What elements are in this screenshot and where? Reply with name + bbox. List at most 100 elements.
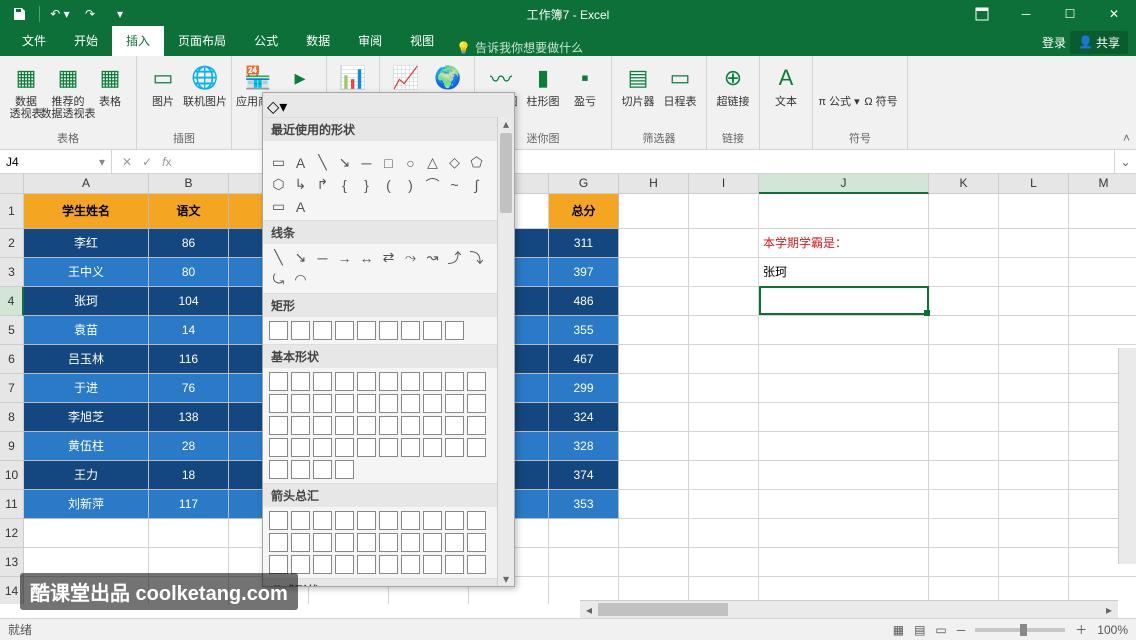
row-header[interactable]: 7	[0, 374, 24, 403]
cell[interactable]: 袁苗	[24, 316, 149, 345]
cell[interactable]	[1069, 316, 1136, 345]
view-break-icon[interactable]: ▭	[935, 623, 946, 637]
shape-icon[interactable]	[335, 416, 354, 435]
shape-icon[interactable]	[335, 533, 354, 552]
cell[interactable]	[689, 374, 759, 403]
shape-icon[interactable]: ⌒	[423, 175, 442, 194]
cell[interactable]	[24, 519, 149, 548]
shape-icon[interactable]	[313, 533, 332, 552]
cell[interactable]: 黄伍柱	[24, 432, 149, 461]
cell[interactable]: 397	[549, 258, 619, 287]
shape-icon[interactable]	[269, 511, 288, 530]
shape-icon[interactable]	[269, 438, 288, 457]
column-header[interactable]: M	[1069, 174, 1136, 194]
shape-icon[interactable]: ⇄	[379, 248, 398, 267]
shape-icon[interactable]	[269, 460, 288, 479]
cell[interactable]: 355	[549, 316, 619, 345]
row-header[interactable]: 6	[0, 345, 24, 374]
enter-icon[interactable]: ✓	[142, 155, 152, 169]
shape-icon[interactable]	[379, 416, 398, 435]
shape-icon[interactable]	[313, 394, 332, 413]
collapse-ribbon-icon[interactable]: ˄	[1123, 131, 1130, 145]
shape-icon[interactable]	[423, 394, 442, 413]
shape-icon[interactable]: (	[379, 175, 398, 194]
shape-icon-grid[interactable]: ╲↘─→↔⇄⤳↝⤴⤵⤿◠	[263, 244, 497, 293]
shape-icon[interactable]	[313, 555, 332, 574]
row-header[interactable]: 5	[0, 316, 24, 345]
cell[interactable]	[619, 461, 689, 490]
cell[interactable]	[999, 345, 1069, 374]
cells[interactable]: 学生姓名语文数总分李红86311本学期学霸是：王中义80397张珂张珂10448…	[24, 194, 1136, 604]
shape-icon[interactable]: ↱	[313, 175, 332, 194]
shape-icon[interactable]	[401, 555, 420, 574]
shape-icon[interactable]	[423, 438, 442, 457]
ribbon-tab-数据[interactable]: 数据	[292, 26, 344, 56]
close-button[interactable]: ✕	[1092, 0, 1136, 28]
cell[interactable]	[619, 316, 689, 345]
cancel-icon[interactable]: ✕	[122, 155, 132, 169]
cell[interactable]: 总分	[549, 194, 619, 229]
shape-icon[interactable]	[445, 555, 464, 574]
cell[interactable]	[929, 490, 999, 519]
cell[interactable]: 374	[549, 461, 619, 490]
shape-icon[interactable]: →	[335, 248, 354, 267]
shape-icon[interactable]	[291, 511, 310, 530]
cell[interactable]: 86	[149, 229, 229, 258]
cell[interactable]	[999, 461, 1069, 490]
shape-icon[interactable]	[467, 533, 486, 552]
cell[interactable]	[999, 490, 1069, 519]
ribbon-tab-插入[interactable]: 插入	[112, 26, 164, 56]
cell[interactable]	[549, 519, 619, 548]
name-box[interactable]: J4▾	[0, 150, 112, 173]
cell[interactable]	[1069, 258, 1136, 287]
ribbon-tab-页面布局[interactable]: 页面布局	[164, 26, 240, 56]
cell[interactable]: 76	[149, 374, 229, 403]
cell[interactable]: 311	[549, 229, 619, 258]
cell[interactable]	[999, 229, 1069, 258]
shape-icon[interactable]	[423, 555, 442, 574]
shape-icon[interactable]	[269, 394, 288, 413]
tell-me-field[interactable]: 💡 告诉我你想要做什么	[456, 39, 583, 56]
shape-icon[interactable]	[357, 394, 376, 413]
shape-icon[interactable]	[401, 533, 420, 552]
shape-icon[interactable]: ─	[313, 248, 332, 267]
cell[interactable]	[999, 403, 1069, 432]
shape-icon[interactable]	[467, 555, 486, 574]
shape-tool-icon[interactable]: ◇▾	[267, 97, 287, 117]
shape-icon[interactable]	[291, 460, 310, 479]
column-headers[interactable]: ABCDEFGHIJKLM	[24, 174, 1136, 194]
cell[interactable]	[929, 432, 999, 461]
cell[interactable]	[1069, 229, 1136, 258]
ribbon-button[interactable]: ⊕超链接	[713, 60, 753, 108]
shape-icon[interactable]: ╲	[269, 248, 288, 267]
shape-icon[interactable]	[313, 321, 332, 340]
ribbon-button[interactable]: π 公式 ▾	[819, 60, 859, 108]
cell[interactable]	[689, 258, 759, 287]
cell[interactable]	[999, 432, 1069, 461]
shape-icon[interactable]	[423, 372, 442, 391]
cell[interactable]	[929, 345, 999, 374]
cell[interactable]	[689, 461, 759, 490]
cell[interactable]	[619, 403, 689, 432]
shape-icon[interactable]	[467, 438, 486, 457]
shape-icon[interactable]: ─	[357, 153, 376, 172]
ribbon-button[interactable]: Ω 符号	[861, 60, 901, 108]
column-header[interactable]: B	[149, 174, 229, 194]
zoom-in-icon[interactable]: ＋	[1075, 621, 1087, 638]
ribbon-tab-视图[interactable]: 视图	[396, 26, 448, 56]
shape-icon[interactable]	[357, 372, 376, 391]
cell[interactable]	[929, 229, 999, 258]
cell[interactable]	[759, 548, 929, 577]
ribbon-button[interactable]: ▦推荐的 数据透视表	[48, 60, 88, 120]
shape-icon[interactable]: ▭	[269, 153, 288, 172]
maximize-button[interactable]: ☐	[1048, 0, 1092, 28]
shape-icon[interactable]	[401, 416, 420, 435]
fx-icon[interactable]: fx	[162, 155, 171, 169]
cell[interactable]: 吕玉林	[24, 345, 149, 374]
cell[interactable]	[1069, 194, 1136, 229]
shape-icon[interactable]: ∫	[467, 175, 486, 194]
cell[interactable]	[689, 403, 759, 432]
shape-icon[interactable]	[379, 533, 398, 552]
cell[interactable]	[549, 548, 619, 577]
column-header[interactable]: I	[689, 174, 759, 194]
